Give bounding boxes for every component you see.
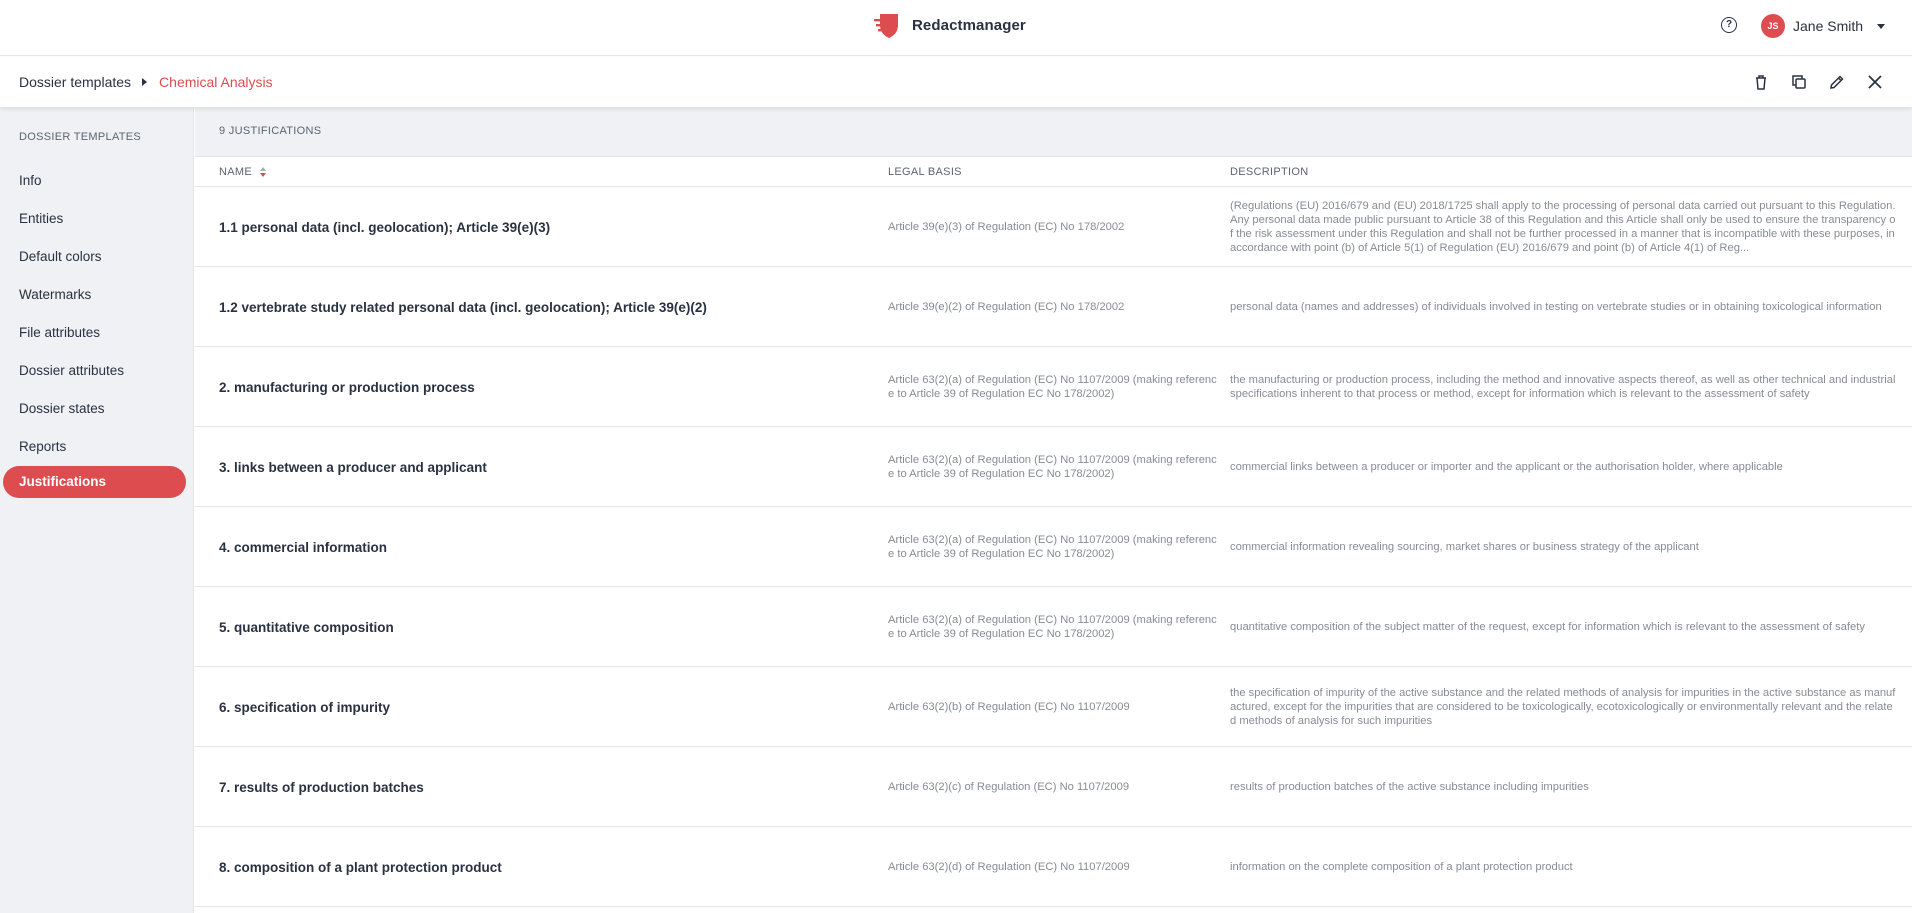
column-header-legal-basis: LEGAL BASIS [888,166,962,178]
help-icon[interactable]: ? [1721,17,1737,33]
justification-description-cell: the manufacturing or production process,… [1230,347,1896,427]
chevron-down-icon [1877,23,1886,29]
justification-description: personal data (names and addresses) of i… [1230,301,1882,313]
justification-description: commercial information revealing sourcin… [1230,541,1699,553]
breadcrumb: Dossier templates Chemical Analysis [19,74,273,90]
sidebar-item-dossier-attributes[interactable]: Dossier attributes [3,355,186,387]
justification-description-cell: the specification of impurity of the act… [1230,667,1896,747]
justification-count: 9 JUSTIFICATIONS [219,125,322,137]
justification-name: 8. composition of a plant protection pro… [219,859,502,875]
template-actions [1750,71,1886,93]
justification-legal-basis: Article 63(2)(c) of Regulation (EC) No 1… [888,781,1130,793]
edit-button[interactable] [1826,71,1848,93]
sidebar-item-info[interactable]: Info [3,165,186,197]
justification-name: 4. commercial information [219,539,388,555]
justification-legal-basis: Article 63(2)(a) of Regulation (EC) No 1… [888,534,1217,560]
delete-button[interactable] [1750,71,1772,93]
justification-legal-basis: Article 63(2)(b) of Regulation (EC) No 1… [888,701,1130,713]
table-row[interactable]: 4. commercial information Article 63(2)(… [195,507,1912,587]
justification-description: information on the complete composition … [1230,861,1573,873]
pencil-icon [1830,75,1844,89]
table-row[interactable]: 1.1 personal data (incl. geolocation); A… [195,187,1912,267]
close-icon [1868,75,1882,89]
column-header-name[interactable]: NAME [219,166,266,178]
justification-description-cell: quantitative composition of the subject … [1230,587,1896,667]
justification-legal-basis: Article 63(2)(d) of Regulation (EC) No 1… [888,861,1130,873]
justification-description-cell: commercial information revealing sourcin… [1230,507,1896,587]
table-row[interactable]: 5. quantitative composition Article 63(2… [195,587,1912,667]
justification-description: results of production batches of the act… [1230,781,1589,793]
column-header-name-label: NAME [219,166,252,178]
justification-name: 5. quantitative composition [219,619,394,635]
top-bar: Redactmanager ? JS Jane Smith [0,0,1912,56]
count-bar: 9 JUSTIFICATIONS [195,107,1912,157]
justification-name: 6. specification of impurity [219,699,391,715]
sidebar-item-entities[interactable]: Entities [3,203,186,235]
breadcrumb-bar: Dossier templates Chemical Analysis [0,57,1912,107]
justification-legal-basis: Article 63(2)(a) of Regulation (EC) No 1… [888,454,1217,480]
sidebar-item-justifications[interactable]: Justifications [3,466,186,498]
breadcrumb-current[interactable]: Chemical Analysis [159,74,273,90]
justification-description: (Regulations (EU) 2016/679 and (EU) 2018… [1230,200,1896,254]
app-name: Redactmanager [912,16,1026,34]
table-row[interactable]: 7. results of production batches Article… [195,747,1912,827]
sort-icon [259,167,266,177]
sidebar-item-dossier-states[interactable]: Dossier states [3,393,186,425]
justification-description: the specification of impurity of the act… [1230,687,1896,727]
sidebar-item-reports[interactable]: Reports [3,431,186,463]
justification-name: 1.2 vertebrate study related personal da… [219,299,707,315]
justification-description: commercial links between a producer or i… [1230,461,1783,473]
table-row[interactable]: 6. specification of impurity Article 63(… [195,667,1912,747]
logo-icon [874,14,898,38]
justification-description-cell: personal data (names and addresses) of i… [1230,267,1896,347]
sidebar: DOSSIER TEMPLATES Info Entities Default … [0,107,194,913]
sidebar-item-file-attributes[interactable]: File attributes [3,317,186,349]
table-row[interactable]: 8. composition of a plant protection pro… [195,827,1912,907]
table-row[interactable]: 2. manufacturing or production process A… [195,347,1912,427]
table-row[interactable]: 1.2 vertebrate study related personal da… [195,267,1912,347]
trash-icon [1756,75,1766,90]
clone-button[interactable] [1788,71,1810,93]
justification-legal-basis: Article 63(2)(a) of Regulation (EC) No 1… [888,374,1217,400]
table-row[interactable]: 3. links between a producer and applican… [195,427,1912,507]
column-header-description: DESCRIPTION [1230,166,1309,178]
justification-description: the manufacturing or production process,… [1230,374,1896,400]
justification-description-cell: commercial links between a producer or i… [1230,427,1896,507]
justification-name: 3. links between a producer and applican… [219,459,487,475]
justification-legal-basis: Article 39(e)(3) of Regulation (EC) No 1… [888,221,1125,233]
justification-legal-basis: Article 39(e)(2) of Regulation (EC) No 1… [888,301,1125,313]
justification-name: 2. manufacturing or production process [219,379,475,395]
sidebar-item-watermarks[interactable]: Watermarks [3,279,186,311]
justification-description-cell: information on the complete composition … [1230,827,1896,907]
justification-description-cell: results of production batches of the act… [1230,747,1896,827]
sidebar-item-default-colors[interactable]: Default colors [3,241,186,273]
avatar: JS [1761,14,1785,38]
justification-description-cell: (Regulations (EU) 2016/679 and (EU) 2018… [1230,187,1896,267]
justification-name: 7. results of production batches [219,779,424,795]
justification-name: 1.1 personal data (incl. geolocation); A… [219,219,551,235]
sidebar-header: DOSSIER TEMPLATES [19,131,142,143]
copy-icon [1792,75,1806,89]
justification-legal-basis: Article 63(2)(a) of Regulation (EC) No 1… [888,614,1217,640]
user-name: Jane Smith [1793,18,1864,34]
breadcrumb-dossier-templates[interactable]: Dossier templates [19,74,131,90]
app-logo[interactable]: Redactmanager [872,10,1026,40]
close-button[interactable] [1864,71,1886,93]
justification-description: quantitative composition of the subject … [1230,621,1865,633]
justifications-panel: 9 JUSTIFICATIONS NAME LEGAL BASIS DESCRI… [195,107,1912,913]
table-header: NAME LEGAL BASIS DESCRIPTION [195,157,1912,187]
chevron-right-icon [142,78,148,86]
user-menu[interactable]: JS Jane Smith [1761,14,1886,38]
